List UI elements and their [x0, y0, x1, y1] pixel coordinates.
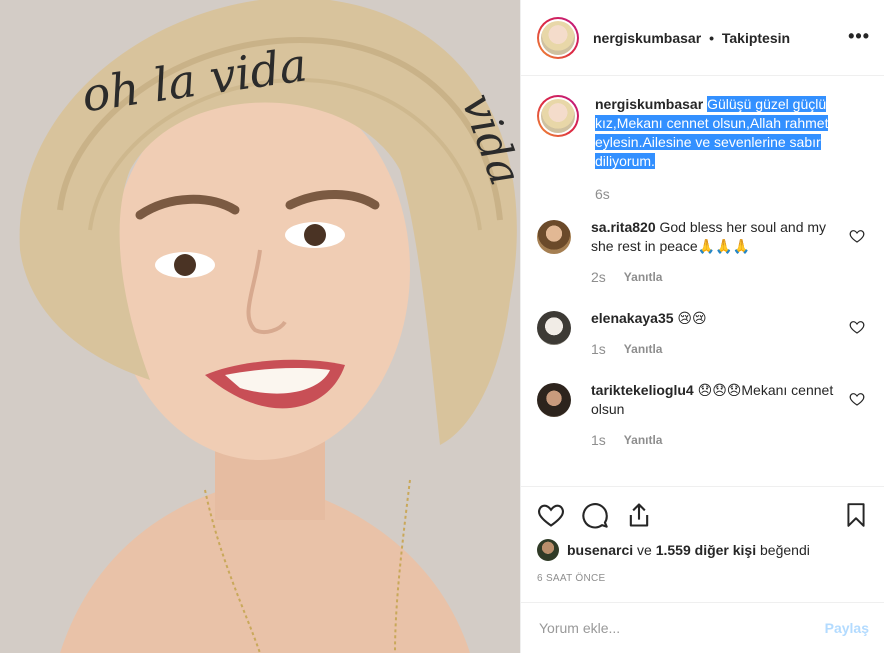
caption: nergiskumbasar Gülüşü güzel güçlü kız,Me…: [537, 95, 869, 204]
header-user-line: nergiskumbasar • Takiptesin: [593, 30, 790, 46]
like-heart-icon[interactable]: [537, 501, 565, 529]
likes-connector: ve: [637, 542, 652, 558]
comment-body: sa.rita820 God bless her soul and my she…: [591, 218, 841, 287]
add-comment-bar: Paylaş: [521, 602, 884, 653]
post-timestamp[interactable]: 6 SAAT ÖNCE: [537, 573, 869, 584]
separator-dot: •: [709, 29, 714, 46]
share-icon[interactable]: [625, 501, 653, 529]
post-photo[interactable]: oh la vida vida: [0, 0, 520, 653]
action-icons: [537, 499, 869, 531]
comment-username[interactable]: elenakaya35: [591, 310, 674, 326]
comments-list[interactable]: nergiskumbasar Gülüşü güzel güçlü kız,Me…: [521, 77, 884, 485]
like-comment-heart-icon[interactable]: [849, 228, 865, 244]
post-comment-button[interactable]: Paylaş: [825, 620, 869, 636]
comment-item: sa.rita820 God bless her soul and my she…: [537, 218, 869, 287]
liker-username[interactable]: busenarci: [567, 542, 633, 558]
comment-time[interactable]: 2s: [591, 268, 606, 287]
author-username[interactable]: nergiskumbasar: [593, 30, 701, 46]
caption-avatar[interactable]: [537, 95, 579, 137]
comment-username[interactable]: tariktekelioglu4: [591, 382, 694, 398]
post-header: nergiskumbasar • Takiptesin •••: [521, 0, 884, 76]
post-image: oh la vida vida: [0, 0, 520, 653]
likes-count-link[interactable]: 1.559 diğer kişi: [656, 542, 756, 558]
like-comment-heart-icon[interactable]: [849, 391, 865, 407]
likes-summary: busenarci ve 1.559 diğer kişi beğendi: [537, 539, 869, 561]
more-options-icon[interactable]: •••: [848, 26, 870, 47]
comment-item: elenakaya35 😢😢 1s Yanıtla: [537, 309, 869, 359]
comment-input[interactable]: [539, 620, 825, 636]
comment-body: tariktekelioglu4 😞😞😞Mekanı cennet olsun …: [591, 381, 841, 450]
comment-bubble-icon[interactable]: [581, 501, 609, 529]
comment-meta: 2s Yanıtla: [591, 268, 841, 287]
likes-suffix: beğendi: [760, 542, 810, 558]
comment-item: tariktekelioglu4 😞😞😞Mekanı cennet olsun …: [537, 381, 869, 450]
caption-meta: 6s: [595, 185, 845, 204]
post-side-panel: nergiskumbasar • Takiptesin ••• nergisku…: [520, 0, 884, 653]
reply-button[interactable]: Yanıtla: [624, 340, 663, 359]
caption-time[interactable]: 6s: [595, 185, 610, 204]
bookmark-icon[interactable]: [843, 501, 869, 529]
reply-button[interactable]: Yanıtla: [624, 268, 663, 287]
comment-time[interactable]: 1s: [591, 431, 606, 450]
comment-text: 😢😢: [677, 310, 707, 326]
liker-avatar[interactable]: [537, 539, 559, 561]
commenter-avatar[interactable]: [537, 383, 571, 417]
commenter-avatar[interactable]: [537, 311, 571, 345]
author-avatar[interactable]: [537, 16, 579, 59]
follow-status-button[interactable]: Takiptesin: [722, 30, 790, 46]
caption-body: nergiskumbasar Gülüşü güzel güçlü kız,Me…: [595, 95, 845, 204]
comment-time[interactable]: 1s: [591, 340, 606, 359]
like-comment-heart-icon[interactable]: [849, 319, 865, 335]
comment-meta: 1s Yanıtla: [591, 340, 841, 359]
caption-username[interactable]: nergiskumbasar: [595, 96, 703, 112]
comment-body: elenakaya35 😢😢 1s Yanıtla: [591, 309, 841, 359]
commenter-avatar[interactable]: [537, 220, 571, 254]
reply-button[interactable]: Yanıtla: [624, 431, 663, 450]
comment-username[interactable]: sa.rita820: [591, 219, 656, 235]
comment-meta: 1s Yanıtla: [591, 431, 841, 450]
post-actions: busenarci ve 1.559 diğer kişi beğendi 6 …: [521, 486, 884, 584]
